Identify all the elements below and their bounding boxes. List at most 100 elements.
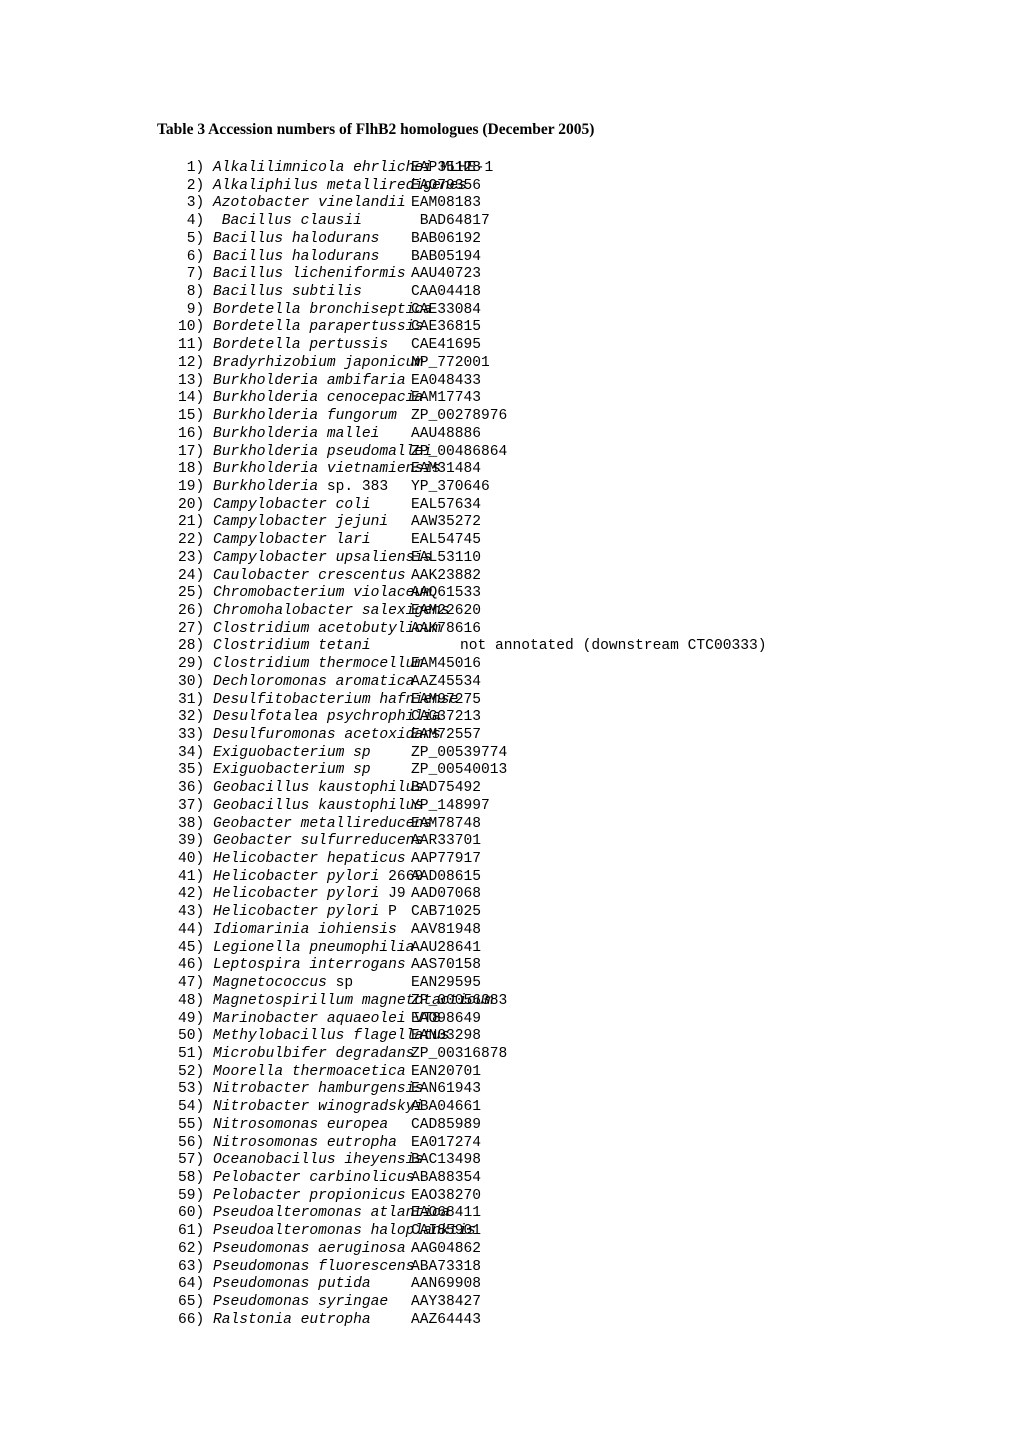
entry-organism-name: Campylobacter upsaliensis [213,550,432,568]
entry-species-binomial: Chromobacterium violaceum [213,585,432,602]
entry-accession-number: EAO38270 [410,1187,481,1204]
entry-accession-number: EAN61943 [410,1081,481,1098]
entry-spacer [204,1064,213,1082]
entry-spacer [204,603,213,621]
entry-spacer [204,851,213,869]
table-row: 22) Campylobacter lari EAL54745 [178,532,978,550]
entry-species-binomial: Pelobacter carbinolicus [213,1169,415,1186]
entry-organism-name: Nitrosomonas eutropha [213,1135,411,1153]
table-row: 65) Pseudomonas syringae AAY38427 [178,1294,978,1312]
entry-spacer [204,408,213,426]
entry-index: 39) [178,833,205,850]
entry-index: 27) [178,620,205,637]
entry-accession-number: AAR33701 [410,833,481,850]
entry-spacer [204,975,213,993]
entry-index: 23) [178,549,205,566]
entry-species-binomial: Campylobacter lari [213,532,371,549]
entry-organism-name: Burkholderia vietnamiensis [213,461,441,479]
entry-species-binomial: Bordetella pertussis [213,337,389,354]
entry-spacer [204,904,213,922]
entry-spacer [204,1117,213,1135]
entry-organism-name: Burkholderia ambifaria [213,373,411,391]
entry-index: 64) [178,1276,205,1293]
entry-accession-number: ZP_00278976 [410,408,508,425]
entry-spacer [204,957,213,975]
table-row: 56) Nitrosomonas eutropha EA017274 [178,1135,978,1153]
table-row: 50) Methylobacillus flagellatusEAN03298 [178,1028,978,1046]
table-row: 9) Bordetella bronchisepticaCAE33084 [178,302,978,320]
table-row: 4) Bacillus clausii BAD64817 [178,213,978,231]
entry-species-binomial: Nitrobacter winogradskyi [213,1099,424,1116]
table-row: 14) Burkholderia cenocepaciaEAM17743 [178,390,978,408]
entry-accession-number: AAD08615 [410,868,481,885]
entry-accession-number: EAP35128 [410,160,481,176]
entry-accession-number: BAB06192 [410,230,481,247]
entry-accession-number: NP_772001 [410,354,490,371]
entry-accession-number: AAP77917 [410,851,481,868]
entry-spacer [204,1046,213,1064]
entry-index: 15) [178,408,205,425]
entry-organism-name: Desulfitobacterium hafniense [213,692,458,710]
entry-organism-name: Microbulbifer degradans [213,1046,414,1064]
entry-organism-name: Bordetella parapertussis [213,319,423,337]
entry-accession-number: EAM78748 [410,815,481,832]
table-row: 43) Helicobacter pylori P CAB71025 [178,904,978,922]
entry-index: 55) [178,1116,205,1133]
entry-species-binomial: Campylobacter upsaliensis [213,549,432,566]
entry-spacer [204,727,213,745]
entry-spacer [204,479,213,497]
entry-species-binomial: Bradyrhizobium japonicum [213,354,424,371]
entry-organism-name: Azotobacter vinelandii [213,195,411,213]
entry-organism-name: Helicobacter pylori 2669 [213,868,423,887]
table-row: 46) Leptospira interrogans AAS70158 [178,957,978,975]
entry-species-binomial: Burkholderia cenocepacia [213,390,424,407]
entry-spacer [204,284,213,302]
entry-spacer [204,1223,213,1241]
table-row: 32) Desulfotalea psychrophiliaCAG37213 [178,709,978,727]
entry-species-binomial: Geobacter metallireducens [213,815,432,832]
entry-index: 12) [178,354,205,371]
entry-organism-name: Caulobacter crescentus [213,568,411,586]
table-row: 48) Magnetospirillum magnetotacticumZP_0… [178,993,978,1011]
entry-organism-name: Moorella thermoacetica [213,1064,411,1082]
entry-accession-number: EAO68411 [410,1205,481,1222]
entry-organism-name: Bacillus halodurans [213,231,411,249]
entry-index: 4) [186,213,205,230]
entry-index: 45) [178,939,205,956]
table-row: 47) Magnetococcus sp EAN29595 [178,975,978,993]
entry-spacer [204,514,213,532]
entry-species-binomial: Caulobacter crescentus [213,567,406,584]
entry-accession-number: AAK23882 [410,567,481,584]
entry-species-binomial: Helicobacter pylori [213,868,380,885]
entry-index: 1) [186,160,205,176]
entry-accession-number: AAD07068 [410,886,481,903]
entry-species-binomial: Burkholderia mallei [213,425,380,442]
entry-organism-name: Bacillus subtilis [213,284,411,302]
table-row: 5) Bacillus halodurans BAB06192 [178,231,978,249]
entry-accession-number: YP_370646 [410,478,490,495]
entry-accession-number: AAS70158 [410,957,481,974]
entry-accession-number: AAV81948 [410,921,481,938]
entry-accession-number: AAZ45534 [410,673,481,690]
entry-spacer [204,886,213,904]
entry-spacer [204,1011,213,1029]
entry-index: 35) [178,762,205,779]
entry-spacer [204,1259,213,1277]
entry-index: 47) [178,975,205,992]
entry-accession-number: AAQ61533 [410,585,481,602]
entry-species-binomial: Burkholderia pseudomallei [213,443,432,460]
entry-accession-number: EAL54745 [410,532,481,549]
entry-index: 53) [178,1081,205,1098]
entry-species-binomial: Geobacter sulfurreducens [213,833,424,850]
entry-spacer [204,160,213,178]
entry-organism-name: Ralstonia eutropha [213,1312,411,1330]
entry-organism-name: Helicobacter pylori J9 [213,886,411,904]
entry-accession-number: YP_148997 [410,797,490,814]
entry-spacer [204,1081,213,1099]
table-row: 29) Clostridium thermocellumEAM45016 [178,656,978,674]
entry-species-binomial: Burkholderia ambifaria [213,372,406,389]
entry-spacer [204,993,213,1011]
entry-spacer [204,337,213,355]
entry-spacer [204,674,213,692]
entry-strain-suffix: sp. 383 [318,478,389,495]
